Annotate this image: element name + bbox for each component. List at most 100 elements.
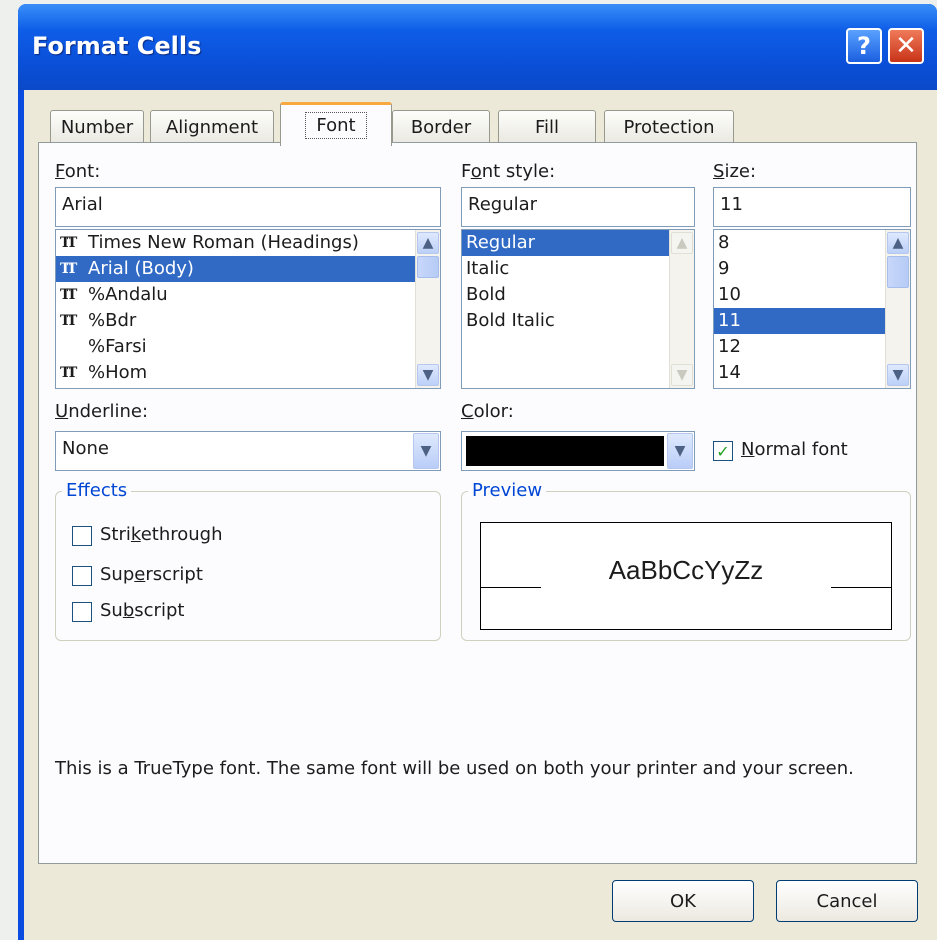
underline-dropdown[interactable]: None ▼	[55, 431, 441, 471]
scroll-down-icon[interactable]: ▼	[417, 364, 439, 386]
scroll-down-icon[interactable]: ▼	[887, 364, 909, 386]
strikethrough-checkbox[interactable]	[72, 526, 92, 546]
scroll-up-icon[interactable]: ▲	[417, 232, 439, 254]
scroll-down-icon[interactable]: ▼	[671, 364, 693, 386]
tab-alignment[interactable]: Alignment	[150, 110, 274, 144]
superscript-label[interactable]: Superscript	[100, 564, 203, 585]
list-item[interactable]: 8	[714, 230, 910, 256]
list-item-label: 9	[718, 258, 730, 279]
superscript-checkbox[interactable]	[72, 566, 92, 586]
font-label: Font:	[55, 161, 101, 182]
question-icon: ?	[857, 32, 871, 60]
baseline-left	[481, 587, 541, 588]
truetype-info-text: This is a TrueType font. The same font w…	[55, 758, 854, 779]
list-item-label: 11	[718, 310, 741, 331]
list-item-label: Times New Roman (Headings)	[88, 232, 359, 253]
color-swatch	[466, 436, 664, 466]
list-item-label: Regular	[466, 232, 536, 253]
subscript-checkbox[interactable]	[72, 602, 92, 622]
truetype-icon: TT	[60, 365, 77, 381]
list-item[interactable]: 12	[714, 334, 910, 360]
baseline-right	[831, 587, 891, 588]
font-style-scrollbar[interactable]: ▲ ▼	[669, 230, 694, 388]
effects-group: Effects Strikethrough Superscript Subscr…	[55, 480, 441, 641]
font-style-input[interactable]: Regular	[461, 187, 695, 227]
effects-legend: Effects	[62, 480, 132, 501]
font-list[interactable]: TT Times New Roman (Headings) TT Arial (Bod…	[55, 229, 441, 389]
tab-label: Fill	[534, 117, 560, 138]
preview-legend: Preview	[468, 480, 547, 501]
list-item-label: Bold Italic	[466, 310, 555, 331]
tab-label: Alignment	[165, 117, 259, 138]
list-item[interactable]: %Farsi	[56, 334, 440, 360]
font-tab-page: Font: Arial TT Times New Roman (Headings)…	[38, 142, 917, 864]
help-button[interactable]: ?	[846, 28, 882, 64]
close-button[interactable]: ✕	[888, 28, 924, 64]
tab-border[interactable]: Border	[392, 110, 490, 144]
tab-fill[interactable]: Fill	[498, 110, 596, 144]
tab-protection[interactable]: Protection	[604, 110, 734, 144]
underline-value: None	[62, 438, 109, 459]
list-item[interactable]: TT %Bdr	[56, 308, 440, 334]
list-item[interactable]: 10	[714, 282, 910, 308]
preview-sample: AaBbCcYyZz	[608, 555, 764, 585]
list-item-label: Arial (Body)	[88, 258, 194, 279]
size-label: Size:	[713, 161, 757, 182]
scroll-up-icon[interactable]: ▲	[887, 232, 909, 254]
list-item-label: Italic	[466, 258, 510, 279]
preview-box: AaBbCcYyZz	[480, 522, 892, 630]
scroll-thumb[interactable]	[887, 256, 909, 288]
list-item[interactable]: TT %Andalu	[56, 282, 440, 308]
list-item-label: %Hom	[88, 362, 148, 383]
list-item-label: 14	[718, 362, 741, 383]
list-item[interactable]: Bold	[462, 282, 694, 308]
tab-label: Font	[305, 112, 367, 139]
checkmark-icon: ✓	[716, 441, 730, 461]
list-item-label: Bold	[466, 284, 506, 305]
color-dropdown[interactable]: ▼	[461, 431, 695, 471]
list-item[interactable]: 9	[714, 256, 910, 282]
list-item-label: %Bdr	[88, 310, 137, 331]
list-item[interactable]: TT Arial (Body)	[56, 256, 440, 282]
color-label: Color:	[461, 401, 514, 422]
normal-font-label[interactable]: Normal font	[741, 439, 848, 460]
list-item-label: 12	[718, 336, 741, 357]
font-style-label: Font style:	[461, 161, 556, 182]
truetype-icon: TT	[60, 287, 77, 303]
size-list[interactable]: 8 9 10 11 12 14 ▲ ▼	[713, 229, 911, 389]
chevron-down-icon[interactable]: ▼	[667, 433, 693, 469]
normal-font-checkbox[interactable]: ✓	[713, 441, 733, 461]
list-item[interactable]: TT Times New Roman (Headings)	[56, 230, 440, 256]
list-item-label: 10	[718, 284, 741, 305]
list-item-label: %Andalu	[88, 284, 168, 305]
tab-number[interactable]: Number	[50, 110, 144, 144]
close-icon: ✕	[895, 31, 917, 61]
tab-label: Border	[410, 117, 472, 138]
scroll-up-icon[interactable]: ▲	[671, 232, 693, 254]
list-item[interactable]: Regular	[462, 230, 694, 256]
truetype-icon: TT	[60, 313, 77, 329]
format-cells-dialog: Format Cells ? ✕ Number Alignment Font B…	[18, 4, 937, 940]
tab-font[interactable]: Font	[280, 102, 392, 146]
list-item[interactable]: 14	[714, 360, 910, 386]
font-list-scrollbar[interactable]: ▲ ▼	[415, 230, 440, 388]
list-item[interactable]: TT %Hom	[56, 360, 440, 386]
chevron-down-icon[interactable]: ▼	[413, 433, 439, 469]
size-list-scrollbar[interactable]: ▲ ▼	[885, 230, 910, 388]
cancel-button[interactable]: Cancel	[776, 880, 918, 922]
ok-button[interactable]: OK	[612, 880, 754, 922]
scroll-thumb[interactable]	[417, 256, 439, 278]
dialog-title: Format Cells	[32, 32, 202, 60]
underline-label: Underline:	[55, 401, 149, 422]
font-input[interactable]: Arial	[55, 187, 441, 227]
list-item[interactable]: 11	[714, 308, 910, 334]
list-item[interactable]: Bold Italic	[462, 308, 694, 334]
list-item[interactable]: Italic	[462, 256, 694, 282]
truetype-icon: TT	[60, 261, 77, 277]
strikethrough-label[interactable]: Strikethrough	[100, 524, 223, 545]
tab-label: Number	[60, 117, 134, 138]
subscript-label[interactable]: Subscript	[100, 600, 184, 621]
font-style-list[interactable]: Regular Italic Bold Bold Italic ▲ ▼	[461, 229, 695, 389]
title-bar[interactable]: Format Cells ? ✕	[18, 4, 937, 90]
size-input[interactable]: 11	[713, 187, 911, 227]
